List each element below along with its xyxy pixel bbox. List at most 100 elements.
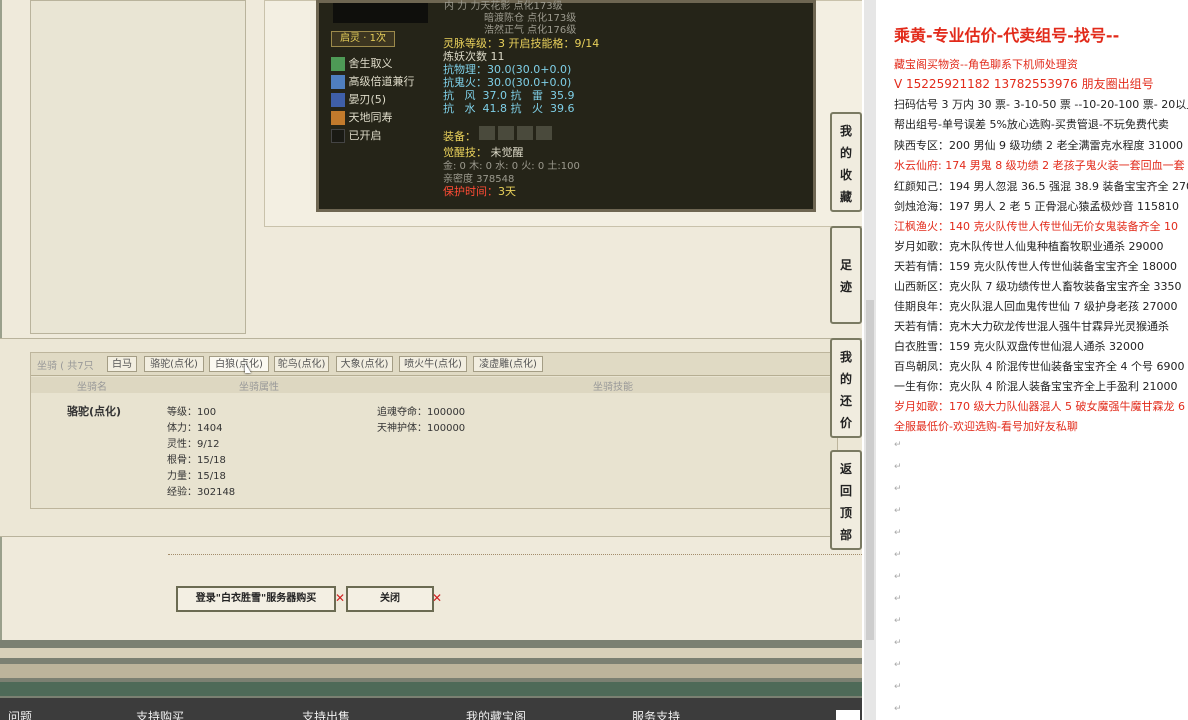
skill-label: 晏刃(5) xyxy=(348,93,387,106)
doc-line: 天若有情：克木大力砍龙传世混人强牛甘霖异光灵猴通杀 xyxy=(894,320,1169,333)
doc-line: 藏宝阁买物资--角色聊系下机师处理资 xyxy=(894,58,1078,71)
footer-stripe xyxy=(0,682,862,696)
skill-label: 天地同寿 xyxy=(348,111,393,124)
col-header-skill: 坐骑技能 xyxy=(593,382,633,393)
tab-mount-5[interactable]: 喷火牛(点化) xyxy=(399,356,467,372)
document-panel: 乘黄-专业估价-代卖组号-找号-- 藏宝阁买物资--角色聊系下机师处理资 V 1… xyxy=(878,0,1188,720)
side-tab-label: 足迹 xyxy=(839,258,852,294)
paragraph-mark-icon: ↵ xyxy=(894,550,902,560)
close-x-icon: ✕ xyxy=(432,591,443,605)
side-tab-label: 我的还价 xyxy=(839,350,852,430)
tab-mount-1[interactable]: 骆驼(点化) xyxy=(144,356,204,372)
close-button[interactable]: 关闭 xyxy=(346,586,434,612)
mount-attr: 等级：100 xyxy=(167,407,217,418)
side-tab-bargain[interactable]: 我的还价 xyxy=(830,338,862,438)
footer-nav-item[interactable]: 服务支持 xyxy=(632,708,680,720)
mount-attr: 力量：15/18 xyxy=(167,471,226,482)
stat-line: 抗 水 41.8 抗 火 39.6 xyxy=(443,102,575,115)
skill-item[interactable]: 晏刃(5) xyxy=(331,91,415,109)
doc-line: V 15225921182 13782553976 朋友圈出组号 xyxy=(894,77,1154,91)
footer-stripe xyxy=(0,648,862,658)
doc-line: 全服最低价-欢迎选购-看号加好友私聊 xyxy=(894,420,1078,433)
paragraph-mark-icon: ↵ xyxy=(894,660,902,670)
equip-slot[interactable] xyxy=(517,126,533,140)
footer-nav-item[interactable]: 问题 xyxy=(8,708,32,720)
footer-nav: 问题 支持购买 支持出售 我的藏宝阁 服务支持 xyxy=(0,698,862,720)
equip-slot[interactable] xyxy=(479,126,495,140)
side-tab-label: 我的收藏 xyxy=(839,124,852,204)
skill-item[interactable]: 舍生取义 xyxy=(331,55,415,73)
doc-line: 白衣胜雪：159 克火队双盘传世仙混人通杀 32000 xyxy=(894,340,1144,353)
footer-nav-item[interactable]: 支持出售 xyxy=(302,708,350,720)
tab-mount-0[interactable]: 白马 xyxy=(107,356,137,372)
paragraph-mark-icon: ↵ xyxy=(894,528,902,538)
side-tab-back-top[interactable]: 返回顶部 xyxy=(830,450,862,550)
mount-count: 坐骑 ( 共7只 xyxy=(37,361,94,372)
footer-stripe xyxy=(0,664,862,678)
skill-item[interactable]: 高级倍道兼行 xyxy=(331,73,415,91)
protect-value: 3天 xyxy=(498,185,516,198)
skill-item: 已开启 xyxy=(331,127,415,145)
pet-portrait xyxy=(333,3,428,23)
doc-line: 山西新区：克火队 7 级功绩传世人畜牧装备宝宝齐全 3350 xyxy=(894,280,1182,293)
paragraph-mark-icon: ↵ xyxy=(894,638,902,648)
paragraph-mark-icon: ↵ xyxy=(894,572,902,582)
login-buy-button[interactable]: 登录"白衣胜雪"服务器购买 xyxy=(176,586,336,612)
doc-line: 佳期良年：克火队混人回血鬼传世仙 7 级护身老孩 27000 xyxy=(894,300,1178,313)
col-header-name: 坐骑名 xyxy=(77,382,107,393)
doc-line: 江枫渔火：140 克火队传世人传世仙无价女鬼装备齐全 10 xyxy=(894,220,1178,233)
paragraph-mark-icon: ↵ xyxy=(894,484,902,494)
sacrifice-icon xyxy=(331,57,345,71)
empty-slot-icon xyxy=(331,129,345,143)
skill-label: 已开启 xyxy=(348,129,382,142)
protect-label: 保护时间： xyxy=(443,185,498,198)
doc-line: 岁月如歌：克木队传世人仙鬼种植畜牧职业通杀 29000 xyxy=(894,240,1164,253)
spirit-badge: 启灵 · 1次 xyxy=(331,31,395,47)
mount-skill: 追魂夺命：100000 xyxy=(377,407,466,418)
doc-line: 岁月如歌：170 级大力队仙器混人 5 破女魔强牛魔甘霖龙 6 xyxy=(894,400,1185,413)
equip-label: 装备： xyxy=(443,130,476,143)
mouse-cursor-icon xyxy=(245,363,251,373)
col-header-attr: 坐骑属性 xyxy=(239,382,279,393)
pet-skill-line: 浩然正气 点化176级 xyxy=(484,25,577,36)
doc-line: 扫码估号 3 万内 30 票- 3-10-50 票 --10-20-100 票-… xyxy=(894,98,1188,111)
skill-label: 舍生取义 xyxy=(348,57,393,70)
tab-mount-3[interactable]: 鸵鸟(点化) xyxy=(274,356,329,372)
paragraph-mark-icon: ↵ xyxy=(894,704,902,714)
left-info-panel xyxy=(30,0,246,334)
scrollbar-thumb[interactable] xyxy=(866,300,874,640)
tab-mount-4[interactable]: 大象(点化) xyxy=(336,356,393,372)
paragraph-mark-icon: ↵ xyxy=(894,506,902,516)
window-border xyxy=(0,0,2,640)
mount-attr: 体力：1404 xyxy=(167,423,223,434)
equip-slot[interactable] xyxy=(498,126,514,140)
close-x-icon: ✕ xyxy=(335,591,346,605)
side-tab-history[interactable]: 足迹 xyxy=(830,226,862,324)
game-window: 内 力 力天花影 点化173级 暗渡陈仓 点化173级 浩然正气 点化176级 … xyxy=(0,0,862,720)
skill-item[interactable]: 天地同寿 xyxy=(331,109,415,127)
doc-line: 红颜知己：194 男人忽混 36.5 强混 38.9 装备宝宝齐全 2700 xyxy=(894,180,1188,193)
skill-list: 舍生取义 高级倍道兼行 晏刃(5) 天地同寿 已开启 xyxy=(331,55,415,145)
equip-slot[interactable] xyxy=(536,126,552,140)
footer-nav-item[interactable]: 我的藏宝阁 xyxy=(466,708,526,720)
mount-tab-bar: 坐骑 ( 共7只 白马 骆驼(点化) 白狼(点化) 鸵鸟(点化) 大象(点化) … xyxy=(31,353,837,376)
mount-attr: 灵性：9/12 xyxy=(167,439,220,450)
doc-line: 百鸟朝凤：克火队 4 阶混传世仙装备宝宝齐全 4 个号 6900 xyxy=(894,360,1185,373)
double-speed-icon xyxy=(331,75,345,89)
protect-row: 保护时间：3天 xyxy=(443,183,516,199)
side-tab-favorites[interactable]: 我的收藏 xyxy=(830,112,862,212)
skill-label: 高级倍道兼行 xyxy=(348,75,415,88)
mount-box: 坐骑 ( 共7只 白马 骆驼(点化) 白狼(点化) 鸵鸟(点化) 大象(点化) … xyxy=(30,352,838,509)
tab-mount-6[interactable]: 凌虚雕(点化) xyxy=(473,356,543,372)
doc-title: 乘黄-专业估价-代卖组号-找号-- xyxy=(894,26,1120,45)
mount-skill: 天神护体：100000 xyxy=(377,423,466,434)
footer-nav-item[interactable]: 支持购买 xyxy=(136,708,184,720)
blade-icon xyxy=(331,93,345,107)
mount-table-header: 坐骑名 坐骑属性 坐骑技能 xyxy=(31,377,837,393)
qr-code-icon[interactable] xyxy=(836,710,860,720)
tab-mount-2[interactable]: 白狼(点化) xyxy=(209,356,269,372)
doc-line: 一生有你：克火队 4 阶混人装备宝宝齐全上手盈利 21000 xyxy=(894,380,1178,393)
mount-attr: 根骨：15/18 xyxy=(167,455,226,466)
paragraph-mark-icon: ↵ xyxy=(894,682,902,692)
mount-attr: 经验：302148 xyxy=(167,487,236,498)
